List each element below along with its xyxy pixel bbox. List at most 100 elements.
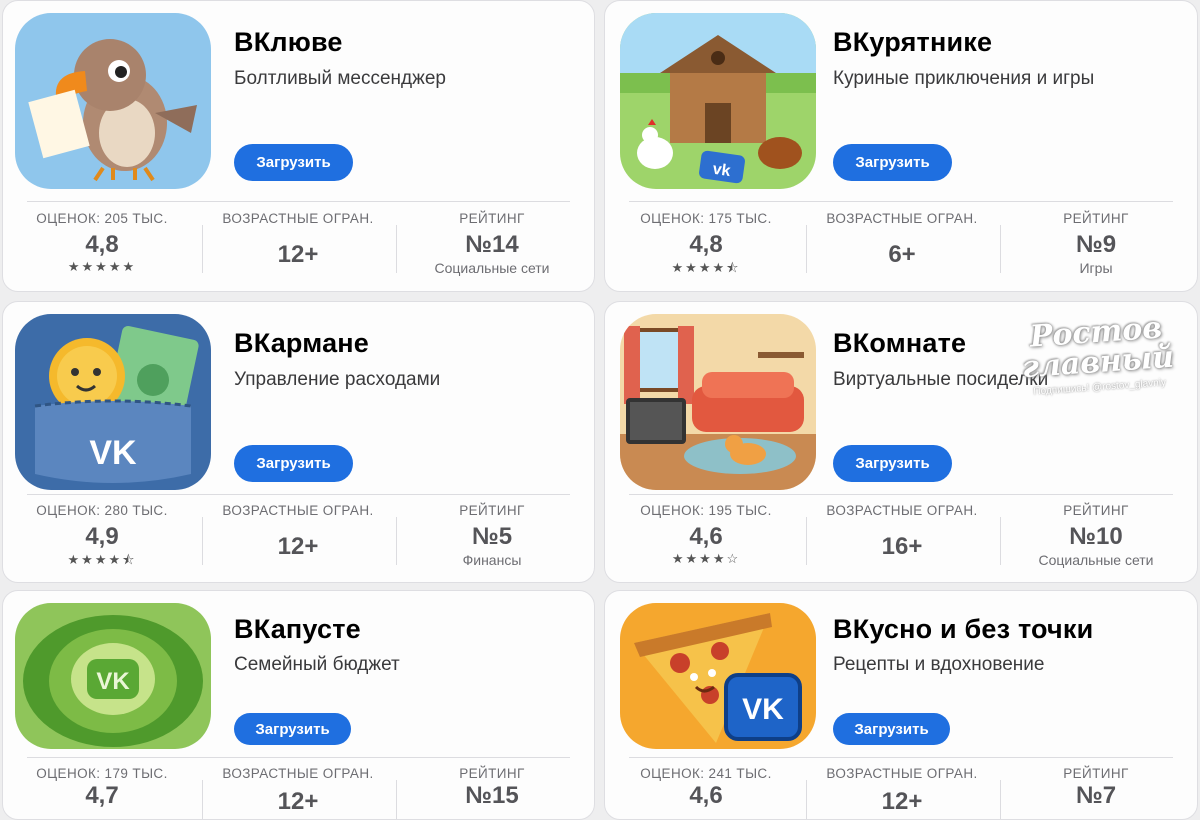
download-button[interactable]: Загрузить (833, 445, 952, 482)
download-button[interactable]: Загрузить (833, 713, 950, 745)
app-card-vkarmane[interactable]: VK ВКармане Управление расходами Загрузи… (2, 301, 595, 583)
app-card-vklyuve[interactable]: ВКлюве Болтливый мессенджер Загрузить ОЦ… (2, 0, 595, 292)
svg-text:VK: VK (742, 693, 784, 726)
age-stat: ВОЗРАСТНЫЕ ОГРАН. 12+ (807, 766, 997, 815)
cabbage-icon[interactable]: VK (15, 603, 211, 749)
app-title: ВКармане (234, 328, 370, 358)
divider (629, 201, 1173, 202)
rank-value: №7 (1075, 782, 1117, 809)
app-card-vkuryatnike[interactable]: vk ВКурятнике Куриные приключения и игры… (604, 0, 1198, 292)
stats-row: ОЦЕНОК: 205 ТЫС. 4,8 ★★★★★ ВОЗРАСТНЫЕ ОГ… (7, 211, 570, 283)
rating-value: 4,8 (689, 231, 723, 258)
category-label: Финансы (462, 552, 522, 568)
rank-stat: РЕЙТИНГ №15 (397, 766, 587, 809)
room-cat-icon[interactable] (620, 314, 816, 490)
download-button[interactable]: Загрузить (234, 445, 353, 482)
rank-label: РЕЙТИНГ (459, 766, 525, 781)
age-label: ВОЗРАСТНЫЕ ОГРАН. (222, 211, 374, 226)
app-card-vkapuste[interactable]: VK ВКапусте Семейный бюджет Загрузить ОЦ… (2, 590, 595, 820)
category-label: Игры (1079, 260, 1113, 276)
rank-stat: РЕЙТИНГ №5 Финансы (397, 503, 587, 568)
age-value: 12+ (277, 533, 319, 560)
stats-row: ОЦЕНОК: 195 ТЫС. 4,6 ★★★★☆ ВОЗРАСТНЫЕ ОГ… (611, 503, 1173, 575)
app-subtitle: Рецепты и вдохновение (833, 654, 1045, 675)
divider (27, 757, 570, 758)
ratings-stat: ОЦЕНОК: 205 ТЫС. 4,8 ★★★★★ (7, 211, 197, 275)
age-stat: ВОЗРАСТНЫЕ ОГРАН. 16+ (807, 503, 997, 560)
rank-label: РЕЙТИНГ (459, 211, 525, 226)
rating-value: 4,7 (85, 782, 119, 809)
download-button[interactable]: Загрузить (234, 144, 353, 181)
ratings-stat: ОЦЕНОК: 195 ТЫС. 4,6 ★★★★☆ (611, 503, 801, 567)
divider (27, 201, 570, 202)
ratings-stat: ОЦЕНОК: 280 ТЫС. 4,9 ★★★★⯪ (7, 503, 197, 573)
ratings-count: ОЦЕНОК: 195 ТЫС. (640, 503, 772, 518)
age-value: 12+ (277, 241, 319, 268)
rank-stat: РЕЙТИНГ №7 (1001, 766, 1191, 809)
age-label: ВОЗРАСТНЫЕ ОГРАН. (826, 211, 978, 226)
rank-value: №9 (1075, 231, 1117, 258)
rank-stat: РЕЙТИНГ №10 Социальные сети (1001, 503, 1191, 568)
age-label: ВОЗРАСТНЫЕ ОГРАН. (826, 503, 978, 518)
stats-row: ОЦЕНОК: 280 ТЫС. 4,9 ★★★★⯪ ВОЗРАСТНЫЕ ОГ… (7, 503, 570, 575)
app-title: ВКурятнике (833, 27, 993, 57)
stats-row: ОЦЕНОК: 241 ТЫС. 4,6 ВОЗРАСТНЫЕ ОГРАН. 1… (611, 766, 1173, 819)
stats-row: ОЦЕНОК: 175 ТЫС. 4,8 ★★★★⯪ ВОЗРАСТНЫЕ ОГ… (611, 211, 1173, 283)
age-value: 12+ (881, 788, 923, 815)
app-card-vkomnate[interactable]: ВКомнате Виртуальные посиделки Загрузить… (604, 301, 1198, 583)
app-card-vkusno[interactable]: VK ВКусно и без точки Рецепты и вдохнове… (604, 590, 1198, 820)
app-subtitle: Виртуальные посиделки (833, 369, 1049, 390)
download-button[interactable]: Загрузить (234, 713, 351, 745)
rank-value: №14 (465, 231, 519, 258)
category-label: Социальные сети (1038, 552, 1154, 568)
app-title: ВКапусте (234, 614, 361, 644)
ratings-count: ОЦЕНОК: 175 ТЫС. (640, 211, 772, 226)
rank-label: РЕЙТИНГ (1063, 211, 1129, 226)
ratings-count: ОЦЕНОК: 241 ТЫС. (640, 766, 772, 781)
app-subtitle: Управление расходами (234, 369, 441, 390)
svg-text:VK: VK (96, 668, 130, 695)
age-stat: ВОЗРАСТНЫЕ ОГРАН. 12+ (203, 503, 393, 560)
app-subtitle: Болтливый мессенджер (234, 68, 446, 89)
age-stat: ВОЗРАСТНЫЕ ОГРАН. 12+ (203, 211, 393, 268)
rank-value: №5 (471, 523, 513, 550)
pocket-coin-icon[interactable]: VK (15, 314, 211, 490)
parrot-icon[interactable] (15, 13, 211, 189)
age-value: 6+ (888, 241, 916, 268)
rank-value: №15 (465, 782, 519, 809)
age-label: ВОЗРАСТНЫЕ ОГРАН. (222, 503, 374, 518)
age-label: ВОЗРАСТНЫЕ ОГРАН. (826, 766, 978, 781)
ratings-stat: ОЦЕНОК: 175 ТЫС. 4,8 ★★★★⯪ (611, 211, 801, 281)
rank-label: РЕЙТИНГ (1063, 766, 1129, 781)
age-stat: ВОЗРАСТНЫЕ ОГРАН. 12+ (203, 766, 393, 815)
rating-value: 4,8 (85, 231, 119, 258)
rating-value: 4,9 (85, 523, 119, 550)
divider (629, 494, 1173, 495)
chicken-coop-icon[interactable]: vk (620, 13, 816, 189)
ratings-count: ОЦЕНОК: 179 ТЫС. (36, 766, 168, 781)
age-value: 16+ (881, 533, 923, 560)
star-rating: ★★★★☆ (671, 551, 741, 566)
star-rating: ★★★★⯪ (671, 260, 741, 275)
rank-stat: РЕЙТИНГ №9 Игры (1001, 211, 1191, 276)
app-title: ВКлюве (234, 27, 343, 57)
star-rating: ★★★★★ (67, 259, 137, 274)
rank-label: РЕЙТИНГ (459, 503, 525, 518)
stats-row: ОЦЕНОК: 179 ТЫС. 4,7 ВОЗРАСТНЫЕ ОГРАН. 1… (7, 766, 570, 819)
divider (27, 494, 570, 495)
svg-text:VK: VK (89, 434, 137, 472)
star-rating: ★★★★⯪ (67, 552, 137, 567)
ratings-count: ОЦЕНОК: 280 ТЫС. (36, 503, 168, 518)
download-button[interactable]: Загрузить (833, 144, 952, 181)
pizza-icon[interactable]: VK (620, 603, 816, 749)
rating-value: 4,6 (689, 782, 723, 809)
age-value: 12+ (277, 788, 319, 815)
age-label: ВОЗРАСТНЫЕ ОГРАН. (222, 766, 374, 781)
app-title: ВКомнате (833, 328, 967, 358)
age-stat: ВОЗРАСТНЫЕ ОГРАН. 6+ (807, 211, 997, 268)
rank-label: РЕЙТИНГ (1063, 503, 1129, 518)
app-title: ВКусно и без точки (833, 614, 1094, 644)
ratings-stat: ОЦЕНОК: 179 ТЫС. 4,7 (7, 766, 197, 809)
svg-text:vk: vk (712, 161, 732, 180)
divider (629, 757, 1173, 758)
